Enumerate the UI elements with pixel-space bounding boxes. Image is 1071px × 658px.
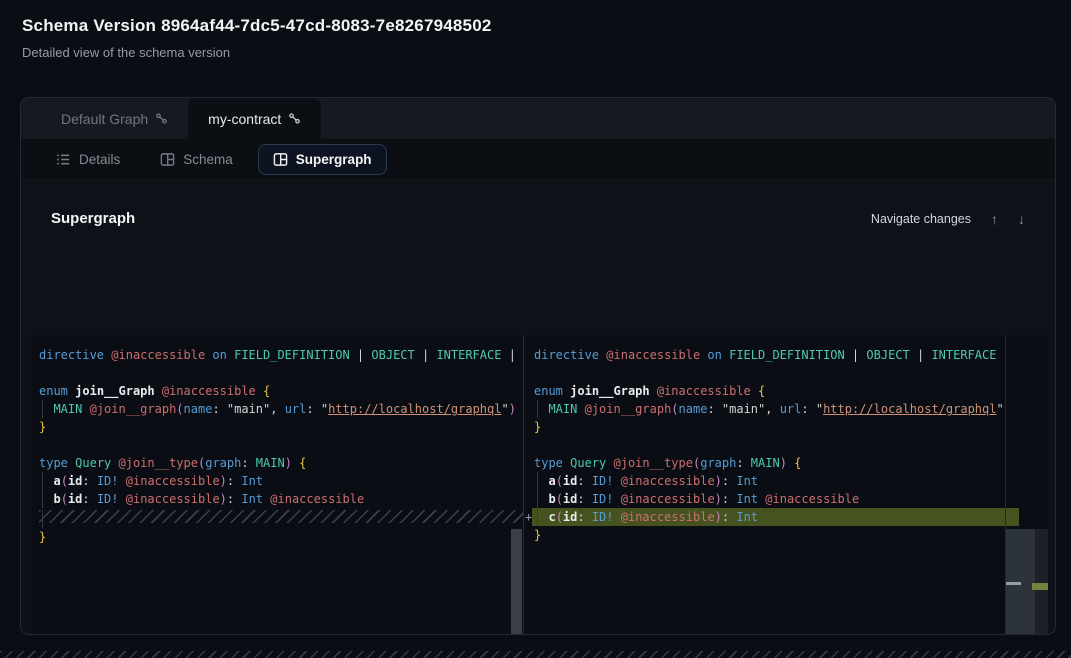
left-scrollbar-thumb[interactable]: [511, 529, 522, 635]
subtab-details[interactable]: Details: [41, 144, 135, 175]
panels-icon: [160, 152, 175, 167]
previous-change-button[interactable]: ↑: [991, 212, 998, 226]
indent-guide: [42, 490, 43, 508]
indent-guide: [537, 508, 538, 526]
diff-add-marker: +: [525, 509, 535, 527]
code-line: }: [39, 418, 523, 436]
view-subtab-row: Details Schema Supergraph: [21, 139, 1055, 180]
code-line: }: [534, 526, 1005, 544]
overview-ruler[interactable]: [1035, 529, 1048, 635]
section-title: Supergraph: [51, 210, 135, 227]
subtab-label: Supergraph: [296, 152, 372, 167]
code-line: a(id: ID! @inaccessible): Int: [39, 472, 523, 490]
schema-version-card: Default Graph my-contract Details Schema Su…: [20, 97, 1056, 635]
section-header: Supergraph Navigate changes ↑ ↓: [51, 210, 1025, 227]
code-line: directive @inaccessible on FIELD_DEFINIT…: [534, 346, 1005, 364]
page-title: Schema Version 8964af44-7dc5-47cd-8083-7…: [22, 16, 492, 36]
indent-guide: [537, 400, 538, 418]
navigate-changes: Navigate changes ↑ ↓: [871, 212, 1025, 226]
code-line: [534, 364, 1005, 382]
indent-guide: [42, 472, 43, 490]
code-line: [39, 436, 523, 454]
next-change-button[interactable]: ↓: [1018, 212, 1025, 226]
code-line: enum join__Graph @inaccessible {: [534, 382, 1005, 400]
code-line: }: [534, 418, 1005, 436]
variant-icon: [288, 112, 301, 125]
code-line: c(id: ID! @inaccessible): Int: [534, 508, 1005, 526]
navigate-changes-label: Navigate changes: [871, 212, 971, 226]
page-header: Schema Version 8964af44-7dc5-47cd-8083-7…: [22, 16, 492, 60]
code-line: type Query @join__type(graph: MAIN) {: [39, 454, 523, 472]
diff-editor: directive @inaccessible on FIELD_DEFINIT…: [31, 335, 1048, 635]
code-line: MAIN @join__graph(name: "main", url: "ht…: [39, 400, 523, 418]
graph-tab-strip: Default Graph my-contract: [21, 98, 1055, 139]
code-line: directive @inaccessible on FIELD_DEFINIT…: [39, 346, 523, 364]
overview-added-marker: [1032, 583, 1048, 590]
subtab-supergraph[interactable]: Supergraph: [258, 144, 387, 175]
panels-icon: [273, 152, 288, 167]
code-line: b(id: ID! @inaccessible): Int @inaccessi…: [39, 490, 523, 508]
code-line: type Query @join__type(graph: MAIN) {: [534, 454, 1005, 472]
subtab-label: Details: [79, 152, 120, 167]
tab-label: Default Graph: [61, 111, 148, 127]
code-line: MAIN @join__graph(name: "main", url: "ht…: [534, 400, 1005, 418]
bottom-hatch-strip: [0, 651, 1071, 658]
variant-icon: [155, 112, 168, 125]
indent-guide: [42, 400, 43, 418]
diff-hatch-pattern: [39, 510, 523, 523]
code-line: [534, 436, 1005, 454]
diff-pane-original[interactable]: directive @inaccessible on FIELD_DEFINIT…: [31, 335, 523, 635]
supergraph-panel: Supergraph Navigate changes ↑ ↓ directiv…: [21, 180, 1055, 635]
indent-guide: [537, 490, 538, 508]
indent-guide: [42, 510, 43, 528]
tab-default-graph[interactable]: Default Graph: [41, 98, 188, 139]
overview-position-marker: [1006, 582, 1021, 585]
code-line: enum join__Graph @inaccessible {: [39, 382, 523, 400]
tab-my-contract[interactable]: my-contract: [188, 98, 321, 139]
code-line: a(id: ID! @inaccessible): Int: [534, 472, 1005, 490]
page-subtitle: Detailed view of the schema version: [22, 45, 492, 60]
tab-label: my-contract: [208, 111, 281, 127]
indent-guide: [537, 472, 538, 490]
subtab-schema[interactable]: Schema: [145, 144, 248, 175]
diff-pane-divider: [523, 335, 524, 635]
code-line: b(id: ID! @inaccessible): Int @inaccessi…: [534, 490, 1005, 508]
list-icon: [56, 152, 71, 167]
code-line: [39, 364, 523, 382]
diff-placeholder-line: [39, 510, 523, 528]
code-line: }: [39, 528, 523, 546]
diff-pane-modified[interactable]: directive @inaccessible on FIELD_DEFINIT…: [524, 335, 1005, 635]
subtab-label: Schema: [183, 152, 233, 167]
